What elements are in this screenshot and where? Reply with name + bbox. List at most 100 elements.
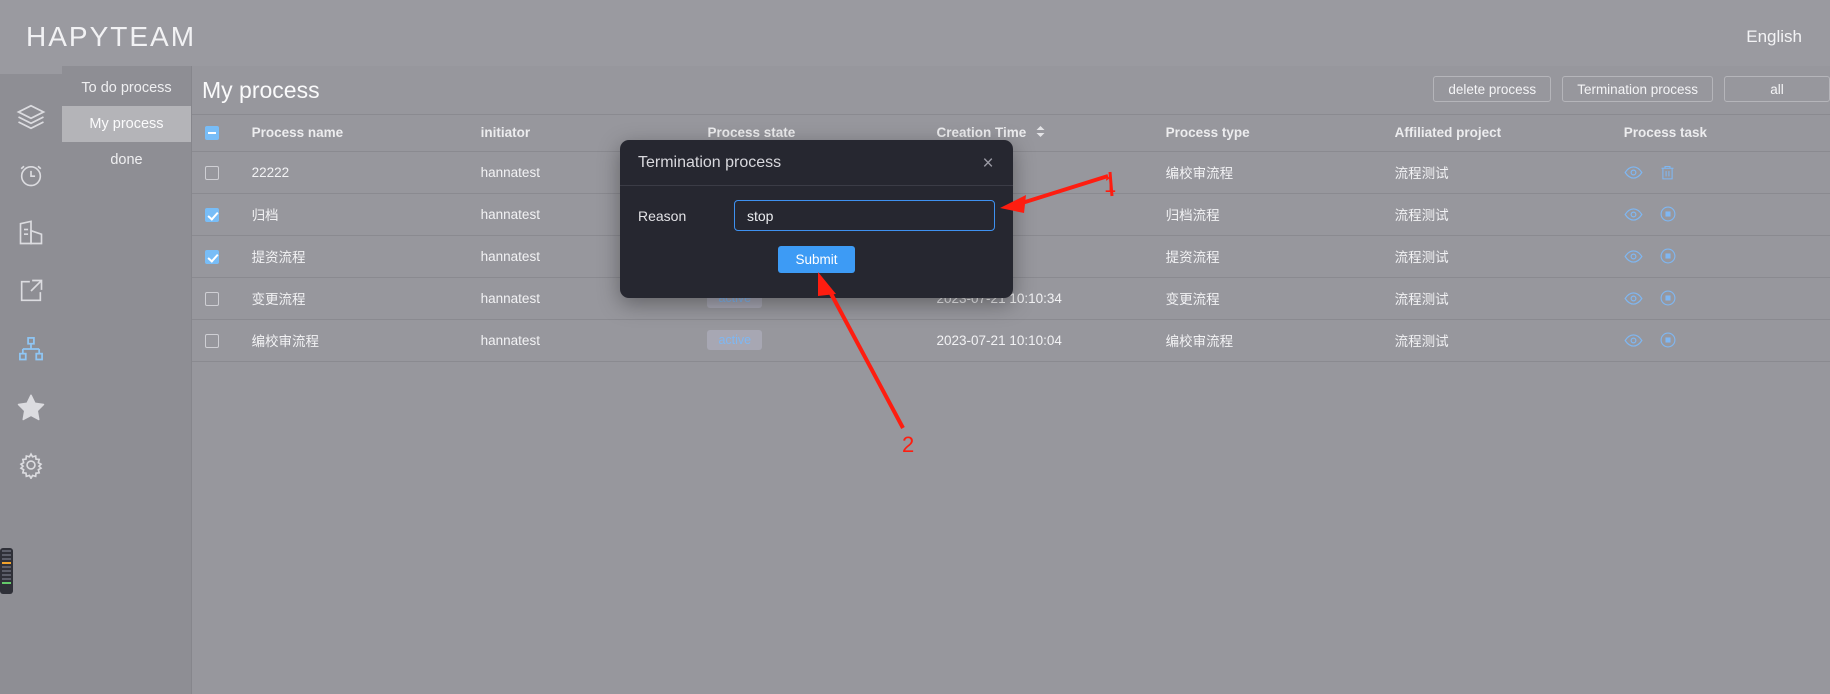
star-icon xyxy=(16,392,46,422)
table-row[interactable]: 编校审流程 hannatest active 2023-07-21 10:10:… xyxy=(192,319,1830,362)
cell-process-name: 提资流程 xyxy=(251,235,481,278)
delete-icon[interactable] xyxy=(1659,164,1676,181)
sidebar-item-share[interactable] xyxy=(0,262,62,320)
icon-rail xyxy=(0,74,62,694)
subnav-item-done[interactable]: done xyxy=(62,142,191,178)
row-actions xyxy=(1624,205,1830,224)
cell-process-type: 编校审流程 xyxy=(1165,319,1395,362)
reason-label: Reason xyxy=(638,207,687,224)
col-header-process-task[interactable]: Process task xyxy=(1623,115,1830,152)
row-checkbox[interactable] xyxy=(205,165,219,180)
col-header-affiliated-project[interactable]: Affiliated project xyxy=(1394,115,1624,152)
cell-process-task xyxy=(1623,277,1830,320)
select-all-checkbox[interactable] xyxy=(205,126,219,141)
row-actions xyxy=(1624,289,1830,308)
col-header-process-name[interactable]: Process name xyxy=(251,115,481,152)
row-select-cell xyxy=(192,319,252,362)
dialog-body: Reason xyxy=(620,186,1013,231)
cell-process-type: 提资流程 xyxy=(1165,235,1395,278)
annotation-label-2: 2 xyxy=(902,432,915,457)
brand-logo: HAPYTEAM xyxy=(26,21,197,52)
status-badge: active xyxy=(707,330,763,350)
top-bar: HAPYTEAM English xyxy=(0,0,1830,74)
sort-arrows-icon[interactable] xyxy=(1035,125,1046,141)
language-switcher[interactable]: English xyxy=(1746,27,1802,47)
sidebar-item-sitemap[interactable] xyxy=(0,320,62,378)
all-filter-button[interactable]: all xyxy=(1724,76,1830,102)
cell-process-type: 变更流程 xyxy=(1165,277,1395,320)
select-all-cell xyxy=(192,115,252,152)
sidebar-item-building[interactable] xyxy=(0,204,62,262)
cell-process-name: 编校审流程 xyxy=(251,319,481,362)
cell-process-name: 变更流程 xyxy=(251,277,481,320)
sidebar-item-settings[interactable] xyxy=(0,436,62,494)
cell-process-name: 归档 xyxy=(251,193,481,236)
annotation-label-1: 1 xyxy=(1104,172,1117,197)
widget-stripe xyxy=(2,574,11,576)
header-actions: delete process Termination process all xyxy=(1433,76,1830,102)
row-select-cell xyxy=(192,277,252,320)
building-icon xyxy=(17,219,45,247)
widget-stripe xyxy=(2,554,11,556)
stop-icon[interactable] xyxy=(1659,205,1677,223)
cell-affiliated-project: 流程测试 xyxy=(1394,319,1624,362)
cell-affiliated-project: 流程测试 xyxy=(1394,193,1624,236)
delete-process-button[interactable]: delete process xyxy=(1433,76,1552,102)
stop-icon[interactable] xyxy=(1659,289,1677,307)
col-header-creation-time-label: Creation Time xyxy=(936,124,1027,140)
cell-process-task xyxy=(1623,193,1830,236)
row-checkbox[interactable] xyxy=(205,291,219,306)
sidebar-item-clock[interactable] xyxy=(0,146,62,204)
reason-input[interactable] xyxy=(734,200,995,231)
close-icon[interactable]: × xyxy=(977,152,999,174)
widget-stripe xyxy=(2,566,11,568)
col-header-process-type[interactable]: Process type xyxy=(1165,115,1395,152)
stop-icon[interactable] xyxy=(1659,247,1677,265)
subnav-item-todo[interactable]: To do process xyxy=(62,70,191,106)
termination-process-button[interactable]: Termination process xyxy=(1562,76,1713,102)
cell-process-name: 22222 xyxy=(251,151,481,194)
cell-creation-time: 2023-07-21 10:10:04 xyxy=(936,319,1166,362)
row-checkbox[interactable] xyxy=(205,249,219,264)
view-icon[interactable] xyxy=(1624,289,1643,308)
view-icon[interactable] xyxy=(1624,331,1643,350)
cell-process-type: 归档流程 xyxy=(1165,193,1395,236)
view-icon[interactable] xyxy=(1624,163,1643,182)
submit-button[interactable]: Submit xyxy=(778,246,855,273)
stop-icon[interactable] xyxy=(1659,331,1677,349)
row-select-cell xyxy=(192,151,252,194)
share-icon xyxy=(17,277,45,305)
widget-stripe xyxy=(2,558,11,560)
sidebar-item-layers[interactable] xyxy=(0,88,62,146)
widget-stripe xyxy=(2,550,11,552)
panel-header: My process delete process Termination pr… xyxy=(192,66,1830,115)
row-select-cell xyxy=(192,193,252,236)
subnav-item-my-process[interactable]: My process xyxy=(62,106,191,142)
cell-process-task xyxy=(1623,151,1830,194)
gear-icon xyxy=(17,451,45,479)
cell-process-task xyxy=(1623,319,1830,362)
cell-affiliated-project: 流程测试 xyxy=(1394,277,1624,320)
widget-stripe-warning xyxy=(2,562,11,564)
row-checkbox[interactable] xyxy=(205,207,219,222)
widget-stripe-ok xyxy=(2,582,11,584)
layers-icon xyxy=(16,102,46,132)
view-icon[interactable] xyxy=(1624,247,1643,266)
cell-affiliated-project: 流程测试 xyxy=(1394,235,1624,278)
secondary-nav: To do process My process done xyxy=(62,66,192,694)
dialog-footer: Submit xyxy=(620,246,1013,273)
cell-process-type: 编校审流程 xyxy=(1165,151,1395,194)
dialog-title: Termination process xyxy=(638,153,782,171)
termination-process-dialog: Termination process × Reason Submit xyxy=(620,140,1013,298)
row-actions xyxy=(1624,163,1830,182)
clock-icon xyxy=(17,161,45,189)
sidebar-item-star[interactable] xyxy=(0,378,62,436)
row-actions xyxy=(1624,331,1830,350)
view-icon[interactable] xyxy=(1624,205,1643,224)
cell-affiliated-project: 流程测试 xyxy=(1394,151,1624,194)
cell-initiator: hannatest xyxy=(480,319,708,362)
row-select-cell xyxy=(192,235,252,278)
mini-status-widget[interactable] xyxy=(0,548,13,594)
page-title: My process xyxy=(202,76,320,103)
row-checkbox[interactable] xyxy=(205,333,219,348)
